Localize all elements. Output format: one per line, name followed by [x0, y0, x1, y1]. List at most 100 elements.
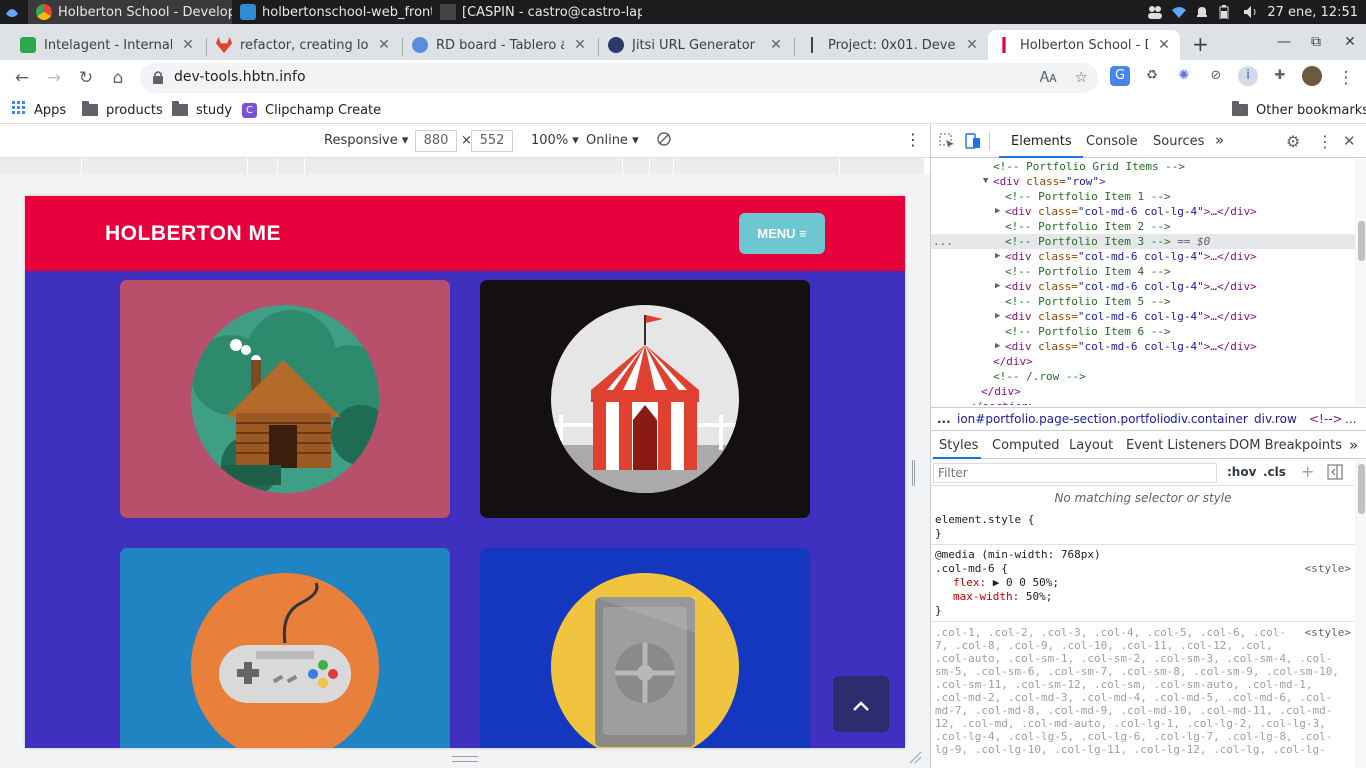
browser-menu-icon[interactable]: ⋮ — [1334, 66, 1358, 90]
tab-intelagent[interactable]: Intelagent - Internal - Cl ✕ — [12, 30, 204, 60]
property-name[interactable]: max-width: — [953, 590, 1019, 603]
tab-holberton-active[interactable]: Holberton School - Dev ✕ — [988, 30, 1180, 60]
new-rule-plus-icon[interactable]: + — [1301, 462, 1314, 481]
reload-icon[interactable]: ↻ — [74, 66, 98, 90]
expand-arrow-icon[interactable]: ▶ — [995, 279, 1000, 294]
device-more-icon[interactable]: ⋮ — [905, 130, 921, 149]
expand-arrow-icon[interactable]: ▶ — [995, 204, 1000, 219]
home-icon[interactable]: ⌂ — [106, 66, 130, 90]
profile-avatar[interactable] — [1302, 66, 1322, 86]
ruler-segment[interactable] — [278, 158, 305, 174]
network-throttle-select[interactable]: Online ▾ — [586, 133, 639, 148]
height-input[interactable]: 552 — [471, 130, 513, 152]
device-toggle-icon[interactable] — [965, 133, 981, 153]
close-window-icon[interactable]: ✕ — [1338, 30, 1362, 54]
portfolio-item-safe[interactable] — [480, 548, 810, 748]
volume-icon[interactable] — [1243, 5, 1257, 19]
tab-elements[interactable]: Elements — [1011, 134, 1072, 149]
tab-event-listeners[interactable]: Event Listeners — [1126, 438, 1226, 453]
battery-icon[interactable] — [1219, 5, 1233, 20]
scroll-thumb[interactable] — [1358, 221, 1365, 261]
style-property-row[interactable]: max-width: 50%; — [953, 590, 1052, 604]
dom-node-line[interactable]: ... <!-- Portfolio Item 3 --> == $0 — [931, 234, 1355, 249]
property-value[interactable]: 50%; — [1026, 590, 1053, 603]
rule-source-link[interactable]: <style> — [1305, 562, 1351, 576]
close-tab-icon[interactable]: ✕ — [768, 37, 784, 53]
settings-gear-icon[interactable]: ⚙ — [1286, 132, 1300, 151]
dom-node-line[interactable]: <!-- /.row --> — [931, 369, 1355, 384]
ruler-segment[interactable] — [305, 158, 623, 174]
viewport-resize-handle[interactable] — [452, 756, 478, 762]
tab-sources[interactable]: Sources — [1153, 134, 1204, 149]
os-menu-icon[interactable] — [4, 4, 20, 20]
close-devtools-icon[interactable]: ✕ — [1343, 132, 1356, 150]
rule-source-link[interactable]: <style> — [1305, 626, 1351, 640]
dom-node-line[interactable]: <!-- Portfolio Item 2 --> — [931, 219, 1355, 234]
tab-computed[interactable]: Computed — [992, 438, 1060, 453]
more-style-tabs-icon[interactable]: » — [1349, 436, 1358, 454]
tab-gitlab[interactable]: refactor, creating login ✕ — [208, 30, 400, 60]
dom-node-line[interactable]: ▶ <div class="col-md-6 col-lg-4">…</div> — [931, 204, 1355, 219]
portfolio-item-cabin[interactable] — [120, 280, 450, 518]
more-tabs-icon[interactable]: » — [1215, 131, 1224, 149]
hover-state-toggle[interactable]: :hov — [1227, 465, 1256, 479]
extensions-puzzle-icon[interactable]: ✚ — [1270, 66, 1290, 86]
lock-icon[interactable] — [152, 70, 164, 84]
address-bar[interactable]: dev-tools.hbtn.info 🗛 ☆ — [140, 63, 1098, 93]
close-tab-icon[interactable]: ✕ — [180, 37, 196, 53]
breadcrumb-comment[interactable]: <!--> — [1309, 412, 1343, 426]
toggle-sidebar-icon[interactable] — [1327, 464, 1343, 484]
bookmark-apps[interactable]: Apps — [12, 99, 66, 121]
close-tab-icon[interactable]: ✕ — [964, 37, 980, 53]
breadcrumb-container[interactable]: div.container — [1170, 412, 1248, 426]
dom-node-line[interactable]: ▶ <div class="col-md-6 col-lg-4">…</div> — [931, 339, 1355, 354]
breadcrumb-row[interactable]: div.row — [1254, 412, 1297, 426]
translate-icon[interactable]: 🗛 — [1040, 68, 1057, 86]
bookmark-star-icon[interactable]: ☆ — [1075, 68, 1088, 86]
scroll-thumb[interactable] — [1358, 464, 1365, 514]
styles-filter-input[interactable] — [933, 463, 1217, 483]
devtools-menu-icon[interactable]: ⋮ — [1317, 132, 1333, 151]
tab-jitsi[interactable]: Jitsi URL Generator ✕ — [600, 30, 792, 60]
tab-console[interactable]: Console — [1086, 134, 1138, 149]
style-property-row[interactable]: flex: ▶ 0 0 50%; — [953, 576, 1059, 590]
clock[interactable]: 27 ene, 12:51 — [1267, 5, 1358, 20]
close-tab-icon[interactable]: ✕ — [1156, 37, 1172, 53]
dom-node-line[interactable]: ▶ <div class="col-md-6 col-lg-4">…</div> — [931, 279, 1355, 294]
element-style-selector[interactable]: element.style { — [935, 513, 1034, 527]
wifi-icon[interactable] — [1171, 5, 1187, 19]
styles-scrollbar[interactable] — [1355, 460, 1366, 768]
inspect-element-icon[interactable] — [939, 133, 955, 153]
expand-arrow-icon[interactable]: ▶ — [995, 339, 1000, 354]
bookmark-products[interactable]: products — [82, 99, 163, 121]
portfolio-item-game[interactable] — [120, 548, 450, 748]
device-mode-select[interactable]: Responsive ▾ — [324, 133, 408, 148]
tab-layout[interactable]: Layout — [1069, 438, 1113, 453]
column-selector-list[interactable]: .col-1, .col-2, .col-3, .col-4, .col-5, … — [935, 626, 1339, 756]
back-icon[interactable]: ← — [10, 66, 34, 90]
breadcrumb-section[interactable]: ion#portfolio.page-section.portfolio — [957, 412, 1171, 426]
os-task-terminal[interactable]: [CASPIN - castro@castro-lap... — [432, 0, 642, 24]
menu-button[interactable]: MENU ≡ — [739, 213, 825, 254]
dom-node-line[interactable]: ▶ <div class="col-md-6 col-lg-4">…</div> — [931, 309, 1355, 324]
rotate-icon[interactable] — [656, 131, 672, 151]
expand-arrow-icon[interactable]: ▶ — [995, 309, 1000, 324]
dom-node-line[interactable]: <!-- Portfolio Item 5 --> — [931, 294, 1355, 309]
new-tab-button[interactable]: + — [1192, 32, 1209, 56]
os-task-chrome[interactable]: Holberton School - Develope... — [28, 0, 232, 24]
bookmark-study[interactable]: study — [172, 99, 232, 121]
ruler-segment[interactable] — [840, 158, 925, 174]
dom-node-line[interactable]: </div> — [931, 354, 1355, 369]
tab-rd-board[interactable]: RD board - Tablero ágil ✕ — [404, 30, 596, 60]
tab-styles[interactable]: Styles — [939, 438, 978, 453]
os-task-vscode[interactable]: holbertonschool-web_front_... — [232, 0, 432, 24]
dom-scrollbar[interactable] — [1355, 159, 1366, 405]
bell-icon[interactable] — [1195, 5, 1209, 19]
ruler-segment[interactable] — [674, 158, 840, 174]
class-toggle[interactable]: .cls — [1263, 465, 1286, 479]
dom-node-line[interactable]: <!-- Portfolio Grid Items --> — [931, 159, 1355, 174]
close-tab-icon[interactable]: ✕ — [572, 37, 588, 53]
gear-extension-icon[interactable]: ✺ — [1174, 66, 1194, 86]
expand-arrow-icon[interactable]: ▶ — [995, 249, 1000, 264]
ruler-segment[interactable] — [623, 158, 650, 174]
